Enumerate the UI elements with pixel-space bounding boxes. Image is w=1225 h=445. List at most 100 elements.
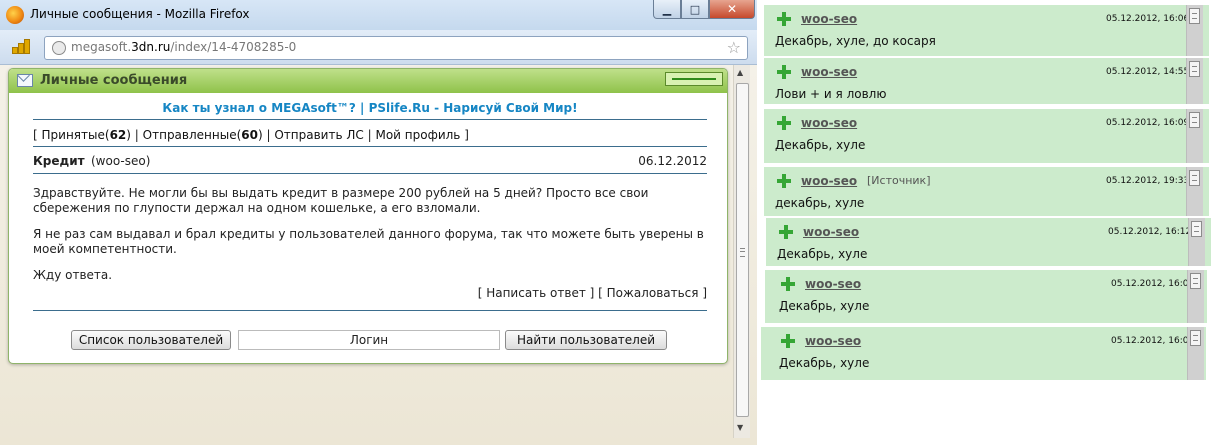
comment-scrollbar[interactable] [1186,167,1203,216]
dialog-body: Как ты узнал о MEGAsoft™? | PSlife.Ru - … [33,101,707,311]
comment-date: 05.12.2012, 16:06 [1106,14,1190,24]
plus-icon[interactable] [777,116,791,130]
scroll-down-icon[interactable]: ▼ [737,423,743,432]
scrollbar-thumb[interactable] [1189,170,1200,186]
received-close: ) [126,128,131,142]
sent-label: Отправленные( [142,128,242,142]
comment-user[interactable]: woo-seo [805,334,861,348]
comment-scrollbar[interactable] [1187,270,1204,323]
address-bar[interactable]: megasoft.3dn.ru/index/14-4708285-0 ☆ [44,36,748,60]
scrollbar-thumb[interactable] [1189,8,1200,24]
comment-date: 05.12.2012, 16:12 [1108,227,1192,237]
message-subject: Кредит [33,154,85,168]
comment-item: woo-seo 05.12.2012, 16:06 Декабрь, хуле [765,270,1207,323]
scroll-up-icon[interactable]: ▲ [737,68,743,77]
comment-date: 05.12.2012, 16:09 [1106,118,1190,128]
url-text[interactable]: megasoft.3dn.ru/index/14-4708285-0 [71,40,296,54]
close-button[interactable]: ✕ [709,0,755,19]
divider [33,119,707,120]
page-scrollbar[interactable]: ▲ ▼ [733,65,750,438]
comment-text: декабрь, хуле [775,196,865,210]
comment-text: Декабрь, хуле [775,138,866,152]
banner-link-pslife[interactable]: PSlife.Ru - Нарисуй Свой Мир! [369,101,578,115]
comment-scrollbar[interactable] [1188,218,1205,266]
bookmark-star-icon[interactable]: ☆ [727,38,741,57]
banner-separator: | [359,101,365,115]
message-paragraph: Я не раз сам выдавал и брал кредиты у по… [33,227,704,256]
message-paragraph: Здравствуйте. Не могли бы вы выдать кред… [33,186,649,215]
scrollbar-thumb[interactable] [1190,273,1201,289]
message-author[interactable]: (woo-seo) [91,154,150,168]
comment-user[interactable]: woo-seo [805,277,861,291]
dialog-title: Личные сообщения [40,73,188,88]
received-label: Принятые( [41,128,110,142]
message-actions: [ Написать ответ ] [ Пожаловаться ] [33,286,707,304]
comment-text: Лови + и я ловлю [775,87,887,101]
window-controls: ▁ □ ✕ [653,0,755,20]
report-link[interactable]: [ Пожаловаться ] [598,286,707,300]
scrollbar-thumb[interactable] [1189,112,1200,128]
comment-date: 05.12.2012, 19:33 [1106,176,1190,186]
my-profile-link[interactable]: Мой профиль [375,128,460,142]
find-users-button[interactable]: Найти пользователей [505,330,667,350]
plus-icon[interactable] [777,174,791,188]
dialog-minimize-button[interactable] [665,72,723,86]
sent-count: 60 [241,128,258,142]
comment-item: woo-seo 05.12.2012, 16:06 Декабрь, хуле [761,327,1206,380]
comment-scrollbar[interactable] [1186,58,1203,104]
reply-link[interactable]: [ Написать ответ ] [478,286,595,300]
comments-panel: woo-seo 05.12.2012, 16:06 Декабрь, хуле,… [757,0,1225,445]
firefox-logo-icon [6,6,24,24]
dialog-header: Личные сообщения [9,69,727,93]
bookmarks-bars-icon[interactable] [12,39,30,54]
comment-scrollbar[interactable] [1187,327,1204,380]
grip-icon [740,248,745,257]
received-link[interactable]: Принятые(62) [42,128,131,142]
navigation-bar: megasoft.3dn.ru/index/14-4708285-0 ☆ [0,30,757,65]
comment-text: Декабрь, хуле [779,356,870,370]
sent-link[interactable]: Отправленные(60) [143,128,263,142]
comment-user[interactable]: woo-seo [803,225,859,239]
plus-icon[interactable] [781,277,795,291]
nav-separator: | [134,128,139,142]
comment-user[interactable]: woo-seo [801,116,857,130]
received-count: 62 [109,128,127,142]
comment-source-link[interactable]: [Источник] [867,174,930,187]
globe-icon[interactable] [52,41,66,55]
nav-bracket-open: [ [33,128,38,142]
scrollbar-thumb[interactable] [736,83,749,417]
plus-icon[interactable] [779,225,793,239]
comment-date: 05.12.2012, 16:06 [1111,336,1195,346]
plus-icon[interactable] [781,334,795,348]
comment-user[interactable]: woo-seo [801,174,857,188]
login-input[interactable]: Логин [238,330,500,350]
plus-icon[interactable] [777,12,791,26]
comment-item: woo-seo 05.12.2012, 16:12 Декабрь, хуле [766,218,1211,266]
private-messages-dialog: Личные сообщения Как ты узнал о MEGAsoft… [8,68,728,364]
send-message-link[interactable]: Отправить ЛС [274,128,363,142]
message-body: Здравствуйте. Не могли бы вы выдать кред… [33,186,707,283]
comment-date: 05.12.2012, 16:06 [1111,279,1195,289]
divider [33,146,707,147]
minimize-button[interactable]: ▁ [653,0,681,19]
scrollbar-thumb[interactable] [1191,221,1202,237]
message-date: 06.12.2012 [638,154,707,168]
comment-user[interactable]: woo-seo [801,65,857,79]
comment-item: woo-seo 05.12.2012, 16:06 Декабрь, хуле,… [764,5,1209,56]
maximize-button[interactable]: □ [681,0,709,19]
window-title: Личные сообщения - Mozilla Firefox [30,7,250,21]
title-bar: Личные сообщения - Mozilla Firefox ▁ □ ✕ [0,0,757,30]
scrollbar-thumb[interactable] [1190,330,1201,346]
divider [33,173,707,174]
plus-icon[interactable] [777,65,791,79]
banner-link-megasoft[interactable]: Как ты узнал о MEGAsoft™? [162,101,355,115]
comment-scrollbar[interactable] [1186,109,1203,163]
nav-bracket-close: ] [464,128,469,142]
comment-scrollbar[interactable] [1186,5,1203,56]
messages-nav: [ Принятые(62) | Отправленные(60) | Отпр… [33,128,707,146]
comment-user[interactable]: woo-seo [801,12,857,26]
user-search-row: Список пользователей Логин Найти пользов… [71,330,671,350]
scrollbar-thumb[interactable] [1189,61,1200,77]
user-list-button[interactable]: Список пользователей [71,330,231,350]
banner: Как ты узнал о MEGAsoft™? | PSlife.Ru - … [33,101,707,119]
